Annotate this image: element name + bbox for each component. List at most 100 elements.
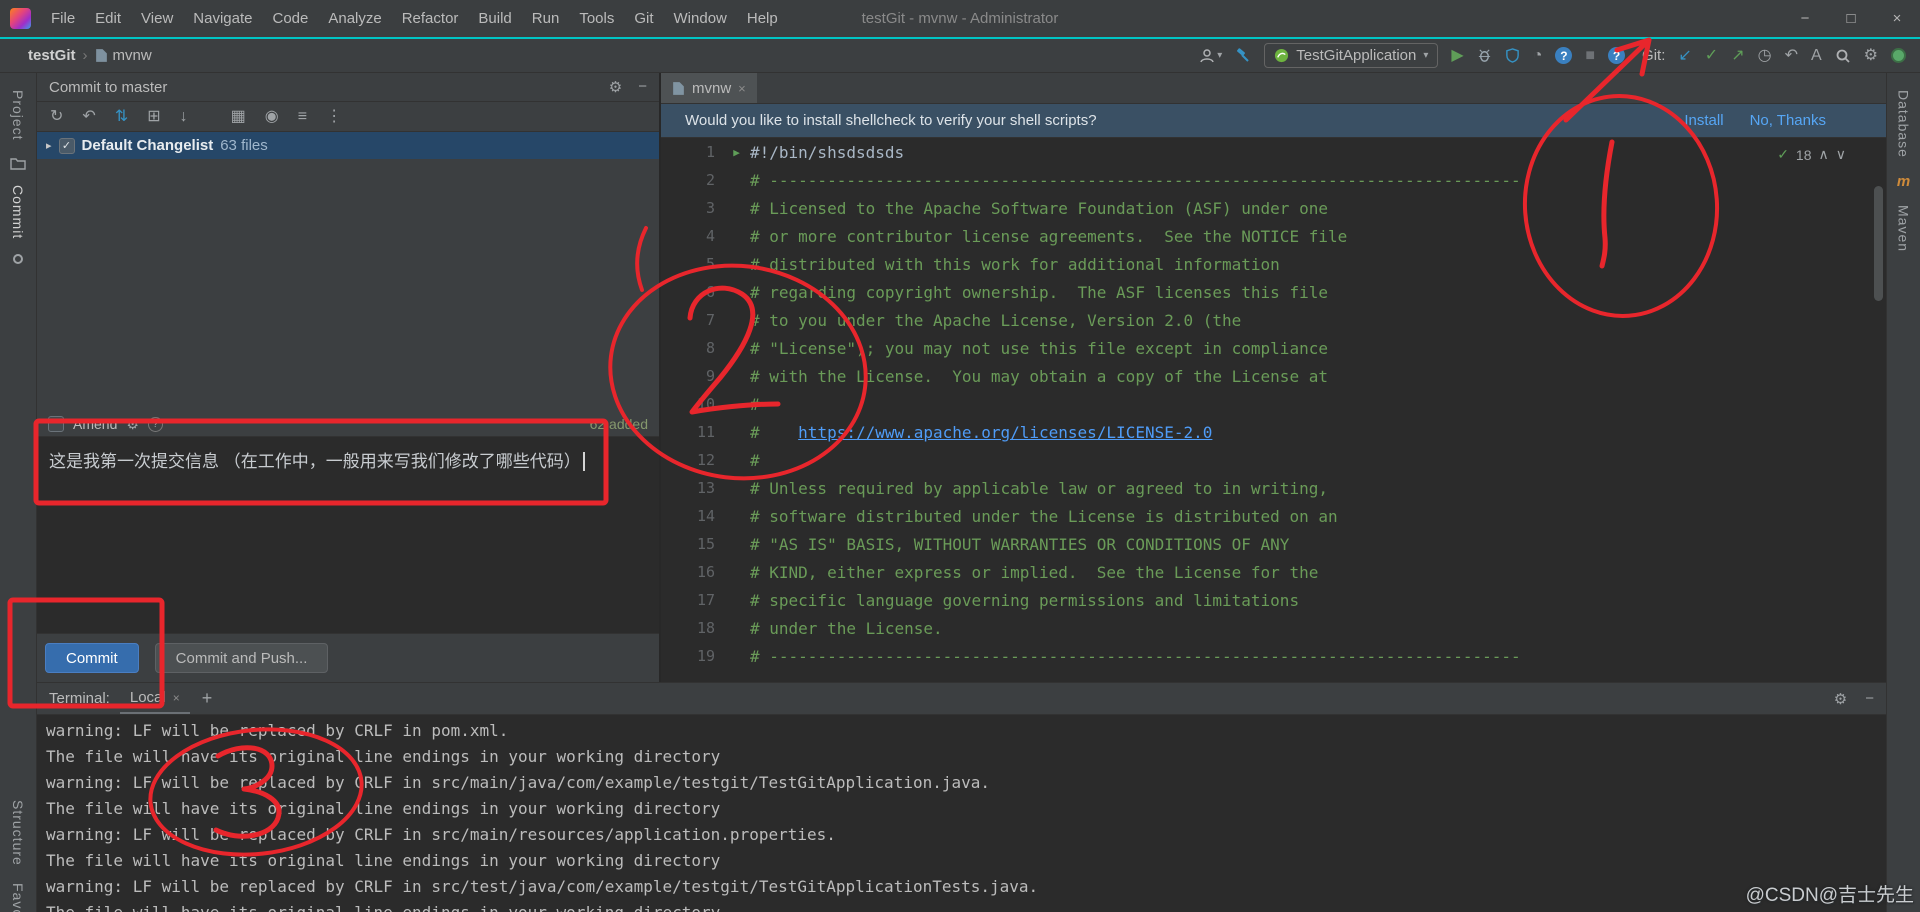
changelist-row[interactable]: ▸ ✓ Default Changelist 63 files [37, 132, 659, 159]
code-segment: # [750, 450, 760, 470]
shellcheck-banner: Would you like to install shellcheck to … [661, 104, 1886, 138]
build-hammer-icon[interactable] [1235, 47, 1251, 64]
menu-window[interactable]: Window [664, 10, 737, 27]
amend-help-icon[interactable]: ? [147, 416, 163, 432]
menu-file[interactable]: File [41, 10, 85, 27]
amend-checkbox[interactable] [48, 416, 64, 432]
folder-icon[interactable] [10, 156, 26, 170]
debug-bug-icon[interactable] [1477, 48, 1492, 63]
git-rollback-icon[interactable]: ↶ [1785, 47, 1798, 64]
commit-panel-header: Commit to master ⚙ − [37, 73, 659, 102]
code-segment: # software distributed under the License… [750, 506, 1338, 526]
no-thanks-link[interactable]: No, Thanks [1750, 112, 1826, 129]
changelist-checkbox[interactable]: ✓ [58, 137, 75, 154]
run-configuration-select[interactable]: TestGitApplication ▾ [1264, 43, 1439, 68]
user-icon[interactable]: ▾ [1199, 48, 1222, 64]
translate-icon[interactable]: A [1811, 47, 1822, 64]
group-by-icon[interactable]: ▦ [231, 108, 246, 125]
new-terminal-icon[interactable]: + [202, 688, 213, 709]
profiler-icon[interactable]: ◔ [1533, 47, 1543, 64]
code-text: # software distributed under the License… [750, 507, 1338, 526]
git-commit-check-icon[interactable]: ✓ [1705, 47, 1718, 64]
commit-and-push-button[interactable]: Commit and Push... [154, 643, 329, 673]
editor-tab-mvnw[interactable]: mvnw × [661, 73, 757, 103]
help-icon[interactable]: ? [1555, 47, 1573, 64]
file-icon [673, 81, 684, 95]
menu-view[interactable]: View [131, 10, 183, 27]
menu-git[interactable]: Git [624, 10, 663, 27]
hide-panel-icon[interactable]: − [638, 78, 647, 96]
commit-message-input[interactable]: 这是我第一次提交信息 （在工作中，一般用来写我们修改了哪些代码） [37, 436, 659, 634]
menu-help[interactable]: Help [737, 10, 788, 27]
changes-tree-area[interactable] [37, 159, 659, 412]
code-line-12: 12 # [661, 446, 1886, 474]
maximize-icon[interactable]: □ [1828, 0, 1874, 37]
menu-tools[interactable]: Tools [569, 10, 624, 27]
code-text: # Unless required by applicable law or a… [750, 479, 1328, 498]
commit-button[interactable]: Commit [45, 643, 139, 673]
license-url-link[interactable]: https://www.apache.org/licenses/LICENSE-… [798, 423, 1212, 442]
code-line-1: 1 ▶ #!/bin/shsdsdsds [661, 138, 1886, 166]
close-icon[interactable]: × [1874, 0, 1920, 37]
settings-gear-icon[interactable]: ⚙ [1864, 47, 1878, 64]
rollback-icon[interactable]: ↶ [82, 108, 95, 125]
message-settings-gear-icon[interactable]: ⚙ [126, 416, 139, 433]
sidebar-item-project[interactable]: Project [10, 90, 26, 141]
sidebar-item-maven[interactable]: Maven [1896, 205, 1912, 252]
ide-help-icon[interactable]: ? [1608, 47, 1626, 64]
menu-analyze[interactable]: Analyze [318, 10, 391, 27]
refresh-icon[interactable]: ↻ [50, 108, 63, 125]
git-history-icon[interactable]: ◷ [1758, 47, 1772, 64]
code-segment: #!/bin/shsdsdsds [750, 142, 905, 162]
code-editor[interactable]: 1 ▶ #!/bin/shsdsdsds 2 # -------------------… [661, 138, 1886, 682]
run-button[interactable]: ▶ [1451, 47, 1463, 64]
plugin-icon[interactable] [1891, 48, 1906, 63]
sidebar-item-structure[interactable]: Structure [10, 800, 26, 866]
menu-navigate[interactable]: Navigate [183, 10, 262, 27]
git-update-icon[interactable]: ↙ [1678, 47, 1691, 64]
sidebar-item-commit[interactable]: Commit [10, 185, 26, 239]
search-icon[interactable] [1835, 48, 1851, 64]
git-push-icon[interactable]: ↗ [1731, 47, 1744, 64]
commit-settings-gear-icon[interactable]: ⚙ [609, 78, 622, 96]
changelist-name: Default Changelist [81, 137, 214, 154]
expand-all-icon[interactable]: ≡ [298, 108, 307, 125]
code-text: # --------------------------------------… [750, 647, 1521, 666]
show-diff-icon[interactable]: ⇅ [115, 108, 128, 125]
code-text: #!/bin/shsdsdsds [750, 143, 904, 162]
sidebar-item-database[interactable]: Database [1896, 90, 1912, 158]
inspection-count: 18 [1795, 146, 1812, 163]
chevron-right-icon[interactable]: ▸ [46, 139, 52, 152]
menu-build[interactable]: Build [468, 10, 521, 27]
install-link[interactable]: Install [1684, 112, 1723, 129]
coverage-shield-icon[interactable] [1505, 48, 1520, 63]
breadcrumb-project[interactable]: testGit [28, 47, 76, 64]
collapse-all-icon[interactable]: ⋮ [326, 108, 342, 125]
minimize-icon[interactable]: − [1782, 0, 1828, 37]
commit-node-icon[interactable] [13, 253, 23, 264]
editor-area: mvnw × Would you like to install shellch… [661, 73, 1886, 682]
inspections-widget[interactable]: ✓ 18 ∧ ∨ [1777, 146, 1846, 163]
terminal-tab-local[interactable]: Local × [119, 683, 190, 714]
next-warning-icon[interactable]: ∨ [1836, 146, 1846, 163]
tab-close-icon[interactable]: × [738, 81, 746, 96]
code-line-3: 3 # Licensed to the Apache Software Found… [661, 194, 1886, 222]
prev-warning-icon[interactable]: ∧ [1819, 146, 1829, 163]
terminal-tab-close-icon[interactable]: × [173, 691, 180, 705]
line-number: 2 [705, 171, 715, 189]
terminal-hide-icon[interactable]: − [1865, 690, 1874, 708]
preview-diff-icon[interactable]: ◉ [265, 108, 279, 125]
menu-edit[interactable]: Edit [85, 10, 131, 27]
editor-scrollbar[interactable] [1874, 186, 1883, 301]
terminal-output[interactable]: warning: LF will be replaced by CRLF in … [37, 715, 1886, 912]
menu-refactor[interactable]: Refactor [392, 10, 469, 27]
terminal-settings-gear-icon[interactable]: ⚙ [1834, 690, 1847, 708]
sidebar-item-favorites[interactable]: Favorites [10, 883, 26, 912]
move-to-changelist-icon[interactable]: ↓ [180, 108, 188, 125]
right-tool-stripe: Database m Maven [1886, 73, 1920, 912]
run-script-icon[interactable]: ▶ [723, 146, 750, 159]
menu-run[interactable]: Run [522, 10, 570, 27]
menu-code[interactable]: Code [262, 10, 318, 27]
breadcrumb-file[interactable]: mvnw [95, 47, 152, 64]
shelve-icon[interactable]: ⊞ [147, 108, 160, 125]
